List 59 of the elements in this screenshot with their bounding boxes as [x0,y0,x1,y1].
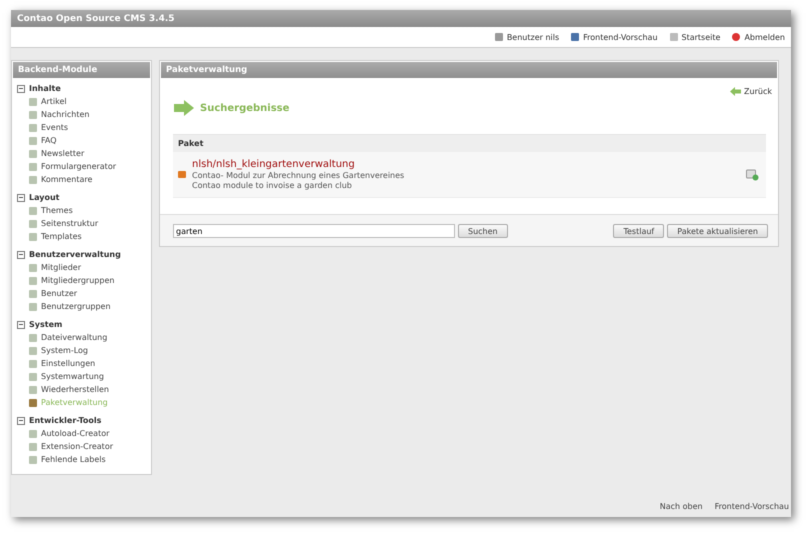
collapse-toggle-icon[interactable] [17,250,25,258]
sidebar-item[interactable]: Einstellungen [17,357,151,370]
package-description: Contao module to invoise a garden club [192,181,353,190]
sidebar-item[interactable]: Benutzer [17,287,151,300]
footer-link[interactable]: Frontend-Vorschau [714,502,789,511]
package-name-link[interactable]: nlsh/nlsh_kleingartenverwaltung [192,159,740,170]
header-link-icon [732,33,740,41]
sidebar-group-title[interactable]: Benutzerverwaltung [29,250,121,259]
sidebar-item[interactable]: Systemwartung [17,370,151,383]
sidebar-item[interactable]: Seitenstruktur [17,217,151,230]
action-button[interactable]: Pakete aktualisieren [667,224,768,238]
header-link[interactable]: Abmelden [732,32,785,42]
sidebar-group-title[interactable]: Layout [29,193,60,202]
header-link-icon [670,33,678,41]
sidebar-item[interactable]: Dateiverwaltung [17,331,151,344]
panel-title: Paketverwaltung [160,61,778,79]
sidebar-item[interactable]: Kommentare [17,173,151,186]
package-icon [178,171,186,178]
sidebar-item[interactable]: Mitglieder [17,261,151,274]
header-link[interactable]: Startseite [670,32,720,42]
back-link[interactable]: Zurück [730,87,772,96]
back-arrow-icon [730,87,742,96]
column-header: Paket [178,139,204,148]
sidebar-item[interactable]: Artikel [17,95,151,108]
search-button[interactable]: Suchen [458,224,508,238]
header-link[interactable]: Frontend-Vorschau [571,32,658,42]
install-icon[interactable] [746,168,759,181]
sidebar-item[interactable]: Nachrichten [17,108,151,121]
window-title: Contao Open Source CMS 3.4.5 [17,14,175,24]
arrow-icon [174,100,194,116]
search-field[interactable]: garten [173,224,455,238]
header-link-icon [494,33,503,41]
sidebar-item[interactable]: Wiederherstellen [17,383,151,396]
sidebar-group-title[interactable]: Entwickler-Tools [29,416,102,425]
sidebar-item[interactable]: Templates [17,230,151,243]
section-heading: Suchergebnisse [200,102,290,114]
sidebar-item[interactable]: Extension-Creator [17,440,151,453]
sidebar-item[interactable]: Fehlende Labels [17,453,151,466]
collapse-toggle-icon[interactable] [17,194,25,202]
header-link-icon [571,33,580,41]
collapse-toggle-icon[interactable] [17,320,25,328]
sidebar-title: Backend-Module [12,61,151,79]
sidebar-item[interactable]: System-Log [17,344,151,357]
sidebar-item[interactable]: Mitgliedergruppen [17,274,151,287]
sidebar-item[interactable]: Formulargenerator [17,160,151,173]
footer-link[interactable]: Nach oben [660,502,703,511]
sidebar-item[interactable]: Benutzergruppen [17,300,151,313]
package-description: Contao- Modul zur Abrechnung eines Gartenvereines [192,171,406,180]
sidebar-group-title[interactable]: Inhalte [29,84,61,93]
sidebar-group-title[interactable]: System [29,320,62,329]
sidebar-item[interactable]: Themes [17,204,151,217]
sidebar-item[interactable]: FAQ [17,134,151,147]
action-button[interactable]: Testlauf [613,224,664,238]
sidebar-item[interactable]: Newsletter [17,147,151,160]
sidebar-item[interactable]: Autoload-Creator [17,427,151,440]
header-link[interactable]: Benutzer nils [494,32,560,42]
collapse-toggle-icon[interactable] [17,416,25,424]
collapse-toggle-icon[interactable] [17,84,25,92]
sidebar-item[interactable]: Events [17,121,151,134]
